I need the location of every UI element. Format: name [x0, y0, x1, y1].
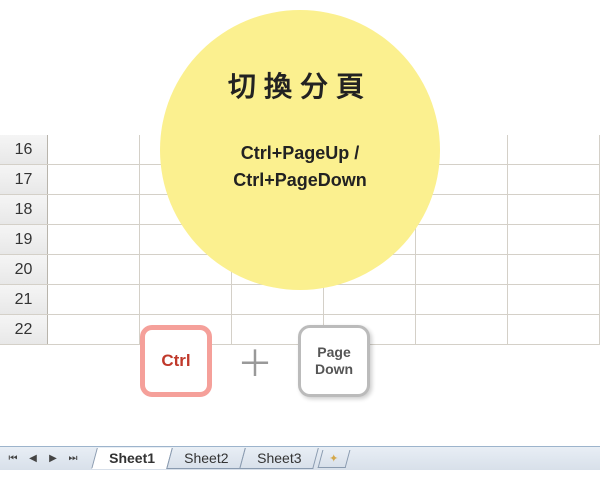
- cell[interactable]: [324, 285, 416, 314]
- cell[interactable]: [508, 195, 600, 224]
- row-header[interactable]: 16: [0, 135, 48, 164]
- bottom-strip: [0, 470, 600, 500]
- subtitle-line-1: Ctrl+PageUp /: [233, 140, 367, 167]
- row-header[interactable]: 20: [0, 255, 48, 284]
- sheet-tab-2[interactable]: Sheet2: [166, 448, 246, 469]
- sheet-tab-1[interactable]: Sheet1: [91, 448, 173, 469]
- cell[interactable]: [508, 255, 600, 284]
- nav-first-button[interactable]: ⏮: [4, 450, 22, 468]
- row-header[interactable]: 17: [0, 165, 48, 194]
- nav-next-button[interactable]: ▶: [44, 450, 62, 468]
- cell[interactable]: [508, 165, 600, 194]
- pagedown-key: Page Down: [298, 325, 370, 397]
- cell[interactable]: [140, 285, 232, 314]
- tab-label: Sheet2: [184, 450, 228, 466]
- cell[interactable]: [48, 315, 140, 344]
- tab-label: Sheet3: [257, 450, 301, 466]
- row-header[interactable]: 19: [0, 225, 48, 254]
- sheet-tab-bar: ⏮ ◀ ▶ ⏭ Sheet1 Sheet2 Sheet3 ✦: [0, 446, 600, 470]
- cell[interactable]: [48, 195, 140, 224]
- cell[interactable]: [48, 255, 140, 284]
- cell[interactable]: [508, 315, 600, 344]
- cell[interactable]: [508, 225, 600, 254]
- subtitle-line-2: Ctrl+PageDown: [233, 167, 367, 194]
- row-header[interactable]: 21: [0, 285, 48, 314]
- tab-label: Sheet1: [109, 450, 155, 466]
- circle-title: 切換分頁: [228, 65, 372, 105]
- key-combo: Ctrl ＋ Page Down: [140, 325, 370, 397]
- new-sheet-button[interactable]: ✦: [317, 450, 350, 468]
- cell[interactable]: [508, 135, 600, 164]
- cell[interactable]: [416, 285, 508, 314]
- nav-last-button[interactable]: ⏭: [64, 450, 82, 468]
- cell[interactable]: [416, 255, 508, 284]
- new-sheet-icon: ✦: [329, 452, 338, 465]
- cell[interactable]: [48, 135, 140, 164]
- row-header[interactable]: 18: [0, 195, 48, 224]
- cell[interactable]: [48, 165, 140, 194]
- cell[interactable]: [416, 315, 508, 344]
- ctrl-key: Ctrl: [140, 325, 212, 397]
- row-header[interactable]: 22: [0, 315, 48, 344]
- sheet-tab-3[interactable]: Sheet3: [239, 448, 319, 469]
- circle-subtitle: Ctrl+PageUp / Ctrl+PageDown: [233, 140, 367, 194]
- cell[interactable]: [48, 285, 140, 314]
- cell[interactable]: [508, 285, 600, 314]
- sheet-tabs: Sheet1 Sheet2 Sheet3: [94, 448, 316, 469]
- cell[interactable]: [48, 225, 140, 254]
- cell[interactable]: [416, 225, 508, 254]
- info-circle: 切換分頁 Ctrl+PageUp / Ctrl+PageDown: [160, 10, 440, 290]
- plus-icon: ＋: [237, 335, 273, 387]
- nav-prev-button[interactable]: ◀: [24, 450, 42, 468]
- tab-nav-arrows: ⏮ ◀ ▶ ⏭: [0, 450, 86, 468]
